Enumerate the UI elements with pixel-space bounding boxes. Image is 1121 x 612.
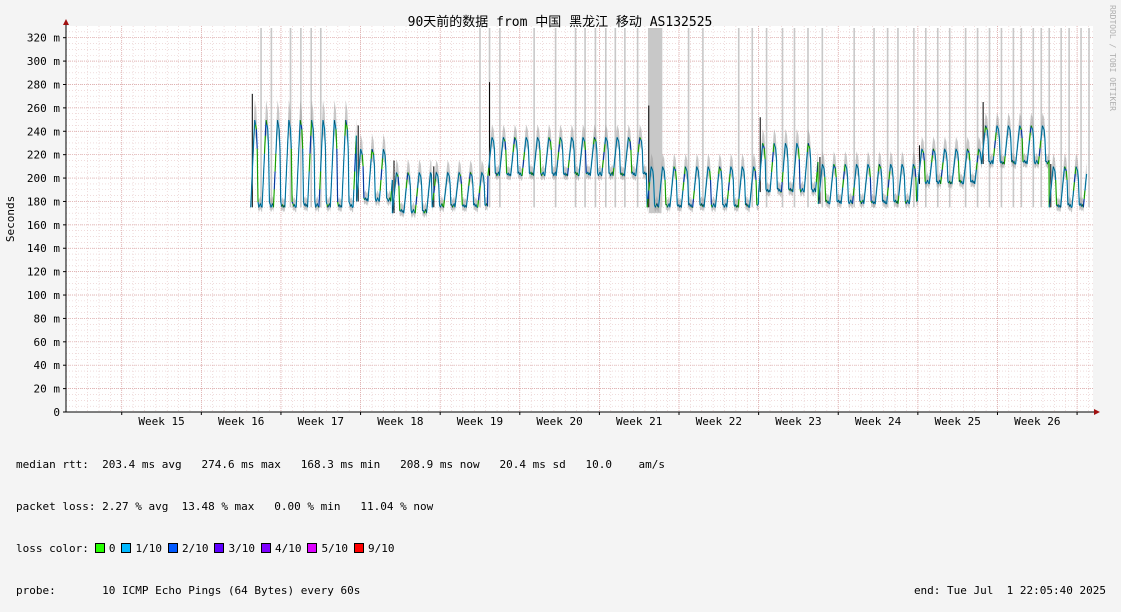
loss-color-swatch-label: 1/10 <box>135 542 162 555</box>
loss-bar <box>897 28 899 207</box>
y-tick-label: 260 m <box>27 102 60 115</box>
loss-bar <box>965 28 967 207</box>
y-tick-label: 200 m <box>27 172 60 185</box>
y-tick-label: 0 <box>53 406 60 419</box>
loss-color-swatch <box>354 543 364 553</box>
y-tick-label: 320 m <box>27 32 60 45</box>
loss-bar <box>1001 28 1003 207</box>
median-rtt-values: 203.4 ms avg 274.6 ms max 168.3 ms min 2… <box>102 458 665 471</box>
loss-bar <box>575 28 577 207</box>
end-time: end: Tue Jul 1 22:05:40 2025 <box>914 584 1106 598</box>
legend-block: median rtt: 203.4 ms avg 274.6 ms max 16… <box>16 430 1106 612</box>
x-tick-label: Week 16 <box>218 415 264 428</box>
median-rtt-label: median rtt: <box>16 458 89 471</box>
y-tick-label: 240 m <box>27 125 60 138</box>
loss-bar <box>807 28 809 207</box>
x-tick-label: Week 19 <box>457 415 503 428</box>
y-tick-label: 180 m <box>27 195 60 208</box>
loss-bar <box>584 28 586 207</box>
loss-band <box>649 28 662 213</box>
y-tick-label: 100 m <box>27 289 60 302</box>
loss-color-swatch <box>214 543 224 553</box>
loss-bar <box>271 28 273 207</box>
packet-loss-values: 2.27 % avg 13.48 % max 0.00 % min 11.04 … <box>102 500 433 513</box>
y-tick-label: 120 m <box>27 266 60 279</box>
smokeping-chart: 0 20 m 40 m 60 m 80 m 100 m 120 m 140 m 160 m 180… <box>0 0 1121 430</box>
loss-bar <box>533 28 535 207</box>
loss-color-swatch-label: 4/10 <box>275 542 302 555</box>
loss-bar <box>1013 28 1015 207</box>
loss-bar <box>822 28 824 207</box>
loss-color-swatch <box>168 543 178 553</box>
x-tick-label: Week 15 <box>138 415 184 428</box>
loss-color-swatch <box>121 543 131 553</box>
x-tick-label: Week 26 <box>1014 415 1060 428</box>
loss-color-swatch-label: 9/10 <box>368 542 395 555</box>
y-tick-label: 220 m <box>27 149 60 162</box>
loss-bar <box>738 28 740 207</box>
loss-bar <box>702 28 704 207</box>
loss-color-swatch <box>261 543 271 553</box>
loss-bar <box>873 28 875 207</box>
loss-color-swatch-label: 2/10 <box>182 542 209 555</box>
x-tick-label: Week 21 <box>616 415 662 428</box>
loss-color-swatch <box>95 543 105 553</box>
x-tick-label: Week 23 <box>775 415 821 428</box>
y-tick-label: 160 m <box>27 219 60 232</box>
loss-bar <box>1060 28 1062 207</box>
loss-bar <box>1032 28 1034 207</box>
probe-label: probe: <box>16 584 56 597</box>
loss-color-swatches: 0 1/10 2/10 3/10 4/10 5/10 9/10 <box>89 542 395 555</box>
x-tick-label: Week 18 <box>377 415 423 428</box>
loss-color-swatch-label: 5/10 <box>321 542 348 555</box>
median-rtt-row: median rtt: 203.4 ms avg 274.6 ms max 16… <box>16 458 1106 472</box>
loss-color-swatch <box>307 543 317 553</box>
packet-loss-row: packet loss: 2.27 % avg 13.48 % max 0.00… <box>16 500 1106 514</box>
probe-row: probe: 10 ICMP Echo Pings (64 Bytes) eve… <box>16 584 1106 598</box>
y-tick-label: 280 m <box>27 78 60 91</box>
loss-bar <box>615 28 617 207</box>
y-tick-label: 60 m <box>34 336 61 349</box>
loss-color-swatch-label: 0 <box>109 542 116 555</box>
y-axis-label: Seconds <box>4 196 17 242</box>
loss-bar <box>260 28 262 207</box>
y-tick-label: 140 m <box>27 242 60 255</box>
x-tick-label: Week 24 <box>855 415 902 428</box>
loss-bar <box>605 28 607 207</box>
loss-bar <box>595 28 597 207</box>
chart-title: 90天前的数据 from 中国 黑龙江 移动 AS132525 <box>408 14 713 30</box>
loss-color-row: loss color: 0 1/10 2/10 3/10 4/10 5/10 9/10 <box>16 542 1106 556</box>
y-tick-label: 80 m <box>34 312 61 325</box>
y-tick-label: 300 m <box>27 55 60 68</box>
probe-value: 10 ICMP Echo Pings (64 Bytes) every 60s <box>102 584 360 597</box>
x-tick-label: Week 20 <box>536 415 582 428</box>
y-tick-label: 40 m <box>34 359 61 372</box>
x-tick-label: Week 22 <box>696 415 742 428</box>
loss-bar <box>637 28 639 207</box>
loss-bar <box>1068 28 1070 207</box>
loss-color-swatch-label: 3/10 <box>228 542 255 555</box>
loss-bar <box>977 28 979 207</box>
rrdtool-watermark: RRDTOOL / TOBI OETIKER <box>1108 5 1117 111</box>
x-tick-label: Week 25 <box>934 415 980 428</box>
loss-bar <box>989 28 991 207</box>
loss-bar <box>1088 28 1090 207</box>
y-tick-label: 20 m <box>34 383 61 396</box>
loss-bar <box>913 28 915 207</box>
packet-loss-label: packet loss: <box>16 500 95 513</box>
loss-bar <box>1080 28 1082 207</box>
loss-color-label: loss color: <box>16 542 89 555</box>
x-tick-label: Week 17 <box>298 415 344 428</box>
loss-bar <box>1040 28 1042 207</box>
